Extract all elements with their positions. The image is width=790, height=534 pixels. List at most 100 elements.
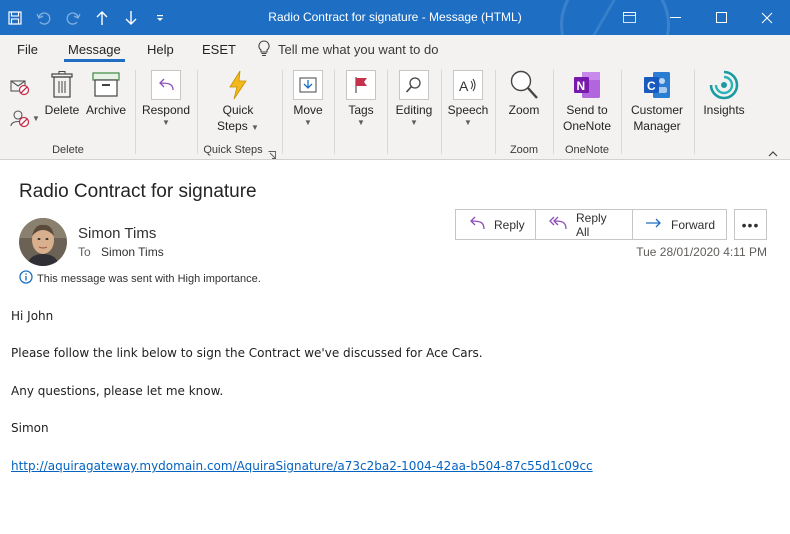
speech-label: Speech: [447, 103, 489, 117]
recipient-line: To Simon Tims: [78, 245, 164, 259]
chevron-down-icon: ▼: [304, 118, 312, 127]
chevron-down-icon: ▼: [464, 118, 472, 127]
send-to-onenote-button[interactable]: N Send to OneNote: [558, 68, 616, 134]
group-label-delete: Delete: [52, 144, 84, 156]
tab-help[interactable]: Help: [147, 35, 174, 64]
reply-button[interactable]: Reply: [456, 210, 536, 239]
customer-manager-label: Customer: [630, 103, 683, 117]
group-divider: [334, 70, 335, 154]
body-signoff: Simon: [11, 421, 49, 435]
zoom-label: Zoom: [508, 103, 540, 117]
send-to-onenote-label-line2: OneNote: [562, 119, 612, 133]
quick-access-toolbar: [0, 0, 174, 35]
reply-label: Reply: [494, 217, 525, 232]
onenote-icon: N: [572, 68, 602, 102]
window-title: Radio Contract for signature - Message (…: [268, 10, 522, 24]
importance-notice: This message was sent with High importan…: [19, 270, 261, 287]
sender-avatar: [19, 218, 67, 266]
quick-steps-label: Quick: [222, 103, 254, 117]
insights-button[interactable]: Insights: [700, 68, 748, 118]
importance-text: This message was sent with High importan…: [37, 272, 261, 285]
minimize-icon[interactable]: [652, 0, 698, 35]
zoom-button[interactable]: Zoom: [502, 68, 546, 118]
tell-me-search[interactable]: Tell me what you want to do: [258, 35, 438, 64]
redo-icon[interactable]: [58, 0, 87, 35]
tags-button[interactable]: Tags ▼: [342, 68, 380, 128]
collapse-ribbon-icon[interactable]: [768, 146, 778, 160]
tags-label: Tags: [348, 103, 374, 117]
flag-icon: [346, 70, 376, 100]
speech-button[interactable]: A Speech ▼: [446, 68, 490, 128]
title-bar: Radio Contract for signature - Message (…: [0, 0, 790, 35]
tab-message[interactable]: Message: [64, 35, 125, 64]
maximize-icon[interactable]: [698, 0, 744, 35]
junk-icon[interactable]: ▼: [10, 108, 40, 128]
insights-icon: [708, 68, 740, 102]
sent-date: Tue 28/01/2020 4:11 PM: [636, 245, 767, 259]
window-controls: [606, 0, 790, 35]
quick-steps-button[interactable]: Quick Steps ▼: [206, 68, 270, 136]
undo-icon[interactable]: [29, 0, 58, 35]
more-actions-button[interactable]: •••: [734, 209, 767, 240]
magnifier-icon: [509, 68, 539, 102]
svg-text:C: C: [647, 79, 656, 93]
editing-label: Editing: [395, 103, 433, 117]
insights-label: Insights: [703, 103, 745, 117]
next-item-icon[interactable]: [116, 0, 145, 35]
customer-manager-button[interactable]: C Customer Manager: [626, 68, 688, 134]
to-label: To: [78, 245, 91, 259]
group-label-quick-steps: Quick Steps: [203, 144, 263, 156]
recipient-name[interactable]: Simon Tims: [101, 245, 164, 259]
archive-label: Archive: [85, 103, 126, 117]
ribbon-display-options-icon[interactable]: [606, 0, 652, 35]
info-icon: [19, 270, 33, 287]
message-subject: Radio Contract for signature: [19, 181, 257, 202]
group-label-onenote: OneNote: [564, 144, 610, 156]
forward-label: Forward: [671, 217, 716, 232]
respond-label: Respond: [141, 103, 191, 117]
reply-all-label: Reply All: [576, 210, 607, 239]
group-divider: [282, 70, 283, 154]
customer-manager-icon: C: [642, 68, 672, 102]
signature-link[interactable]: http://aquiragateway.mydomain.com/Aquira…: [11, 459, 593, 473]
body-greeting: Hi John: [11, 309, 54, 323]
send-to-onenote-label: Send to: [566, 103, 608, 117]
group-label-zoom: Zoom: [509, 144, 539, 156]
tab-file[interactable]: File: [17, 35, 38, 64]
reply-icon: [151, 70, 181, 100]
group-divider: [553, 70, 554, 154]
group-divider: [495, 70, 496, 154]
move-label: Move: [293, 103, 323, 117]
response-actions: Reply Reply All Forward: [455, 209, 727, 240]
customer-manager-label-line2: Manager: [633, 119, 681, 133]
group-divider: [441, 70, 442, 154]
editing-button[interactable]: Editing ▼: [392, 68, 436, 128]
ignore-icon[interactable]: [10, 78, 30, 99]
body-paragraph: Any questions, please let me know.: [11, 384, 224, 398]
group-divider: [387, 70, 388, 154]
move-folder-icon: [293, 70, 323, 100]
group-divider: [135, 70, 136, 154]
previous-item-icon[interactable]: [87, 0, 116, 35]
search-icon: [399, 70, 429, 100]
move-button[interactable]: Move ▼: [289, 68, 327, 128]
reply-icon: [468, 216, 486, 233]
dialog-launcher-icon[interactable]: [268, 148, 276, 162]
svg-text:A: A: [459, 78, 469, 94]
forward-button[interactable]: Forward: [633, 210, 726, 239]
sender-name[interactable]: Simon Tims: [78, 225, 156, 242]
group-divider: [621, 70, 622, 154]
ribbon: ▼ Delete Archive Delete Respond ▼ Quick …: [0, 64, 790, 160]
archive-button[interactable]: Archive: [84, 68, 128, 118]
forward-arrow-icon: [645, 216, 663, 233]
save-icon[interactable]: [0, 0, 29, 35]
read-aloud-icon: A: [453, 70, 483, 100]
tab-eset[interactable]: ESET: [202, 35, 236, 64]
respond-button[interactable]: Respond ▼: [140, 68, 192, 128]
group-divider: [197, 70, 198, 154]
close-icon[interactable]: [744, 0, 790, 35]
reply-all-button[interactable]: Reply All: [536, 210, 633, 239]
archive-icon: [92, 68, 120, 102]
delete-button[interactable]: Delete: [44, 68, 80, 118]
quick-steps-label-line2: Steps ▼: [217, 119, 259, 133]
